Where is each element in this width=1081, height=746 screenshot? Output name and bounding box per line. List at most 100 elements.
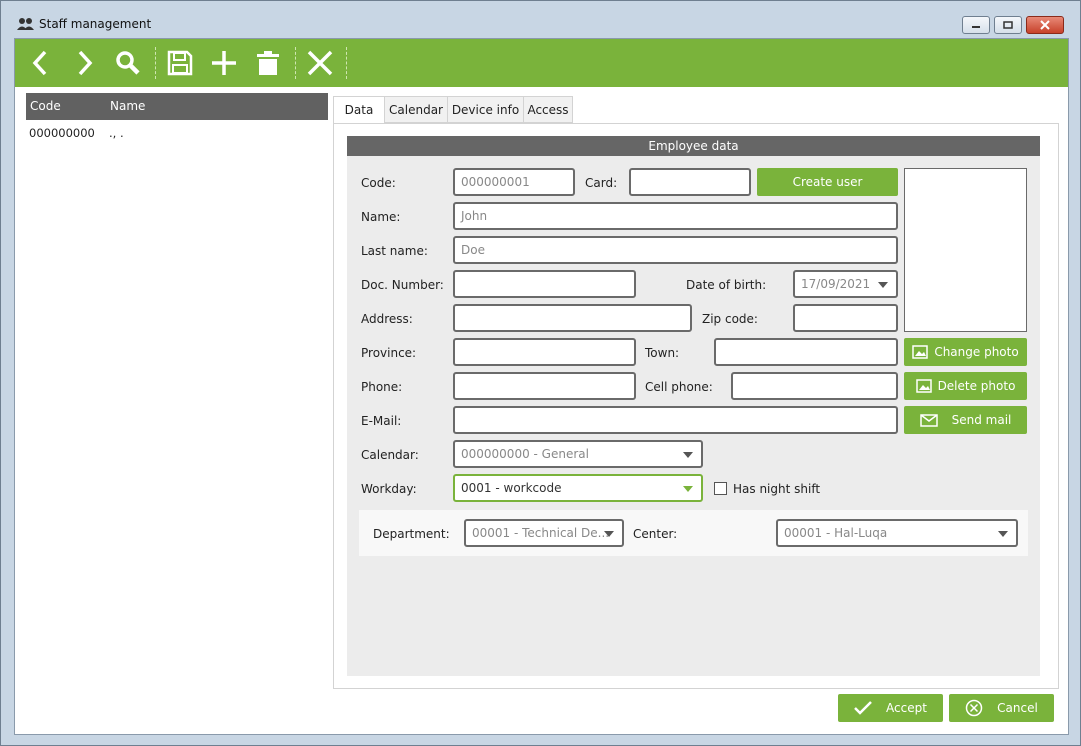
department-dropdown[interactable]: 00001 - Technical De... (464, 519, 624, 547)
zip-code-label: Zip code: (702, 312, 758, 326)
zip-code-field[interactable] (793, 304, 898, 332)
title-bar: Staff management (7, 11, 1074, 39)
card-label: Card: (585, 176, 618, 190)
photo-icon (912, 345, 929, 359)
table-row[interactable]: 000000000 ., . (26, 121, 328, 143)
province-label: Province: (361, 346, 417, 360)
plus-icon (212, 51, 236, 75)
center-dropdown[interactable]: 00001 - Hal-Luqa (776, 519, 1018, 547)
previous-button[interactable] (23, 45, 59, 81)
close-button[interactable] (302, 45, 338, 81)
chevron-right-icon (78, 50, 93, 76)
row-name: ., . (109, 126, 124, 140)
chevron-down-icon (878, 282, 888, 288)
search-icon (116, 51, 140, 75)
cell-phone-field[interactable] (731, 372, 898, 400)
doc-number-label: Doc. Number: (361, 278, 444, 292)
card-field[interactable] (629, 168, 751, 196)
add-button[interactable] (206, 45, 242, 81)
doc-number-field[interactable] (453, 270, 636, 298)
x-icon (307, 50, 333, 76)
town-label: Town: (645, 346, 680, 360)
tab-panel-data: Employee data Code: 000000001 Card: Crea… (333, 123, 1059, 689)
close-window-button[interactable] (1026, 16, 1064, 34)
department-value: 00001 - Technical De... (472, 526, 610, 540)
row-code: 000000000 (29, 126, 95, 140)
floppy-disk-icon (167, 50, 193, 76)
calendar-label: Calendar: (361, 448, 419, 462)
change-photo-button[interactable]: Change photo (904, 338, 1027, 366)
staff-list-header: Code Name (26, 93, 328, 120)
phone-label: Phone: (361, 380, 403, 394)
delete-photo-label: Delete photo (937, 379, 1016, 393)
tab-access[interactable]: Access (523, 96, 573, 123)
users-icon (17, 18, 34, 30)
client-area: Code Name 000000000 ., . Data Calendar D… (14, 38, 1069, 735)
toolbar-separator (346, 47, 347, 79)
chevron-down-icon (998, 531, 1008, 537)
center-value: 00001 - Hal-Luqa (784, 526, 888, 540)
minimize-icon (972, 26, 980, 28)
toolbar-separator (295, 47, 296, 79)
date-of-birth-picker[interactable]: 17/09/2021 (793, 270, 898, 298)
send-mail-label: Send mail (951, 413, 1012, 427)
chevron-down-icon (604, 531, 614, 537)
column-header-name[interactable]: Name (110, 99, 145, 113)
send-mail-button[interactable]: Send mail (904, 406, 1027, 434)
minimize-button[interactable] (962, 16, 990, 34)
chevron-down-icon (683, 452, 693, 458)
province-field[interactable] (453, 338, 636, 366)
staff-management-window: Staff management Code Name 000000000 ., … (0, 0, 1081, 746)
cancel-button[interactable]: Cancel (949, 694, 1054, 722)
tab-data[interactable]: Data (333, 96, 385, 124)
checkmark-icon (854, 701, 872, 715)
town-field[interactable] (714, 338, 898, 366)
cell-phone-label: Cell phone: (645, 380, 713, 394)
workday-label: Workday: (361, 482, 417, 496)
center-label: Center: (633, 527, 678, 541)
change-photo-label: Change photo (934, 345, 1019, 359)
last-name-label: Last name: (361, 244, 428, 258)
column-header-code[interactable]: Code (30, 99, 61, 113)
date-of-birth-label: Date of birth: (686, 278, 767, 292)
maximize-icon (1003, 21, 1013, 29)
code-field[interactable]: 000000001 (453, 168, 575, 196)
tab-calendar[interactable]: Calendar (384, 96, 448, 123)
accept-button[interactable]: Accept (838, 694, 943, 722)
phone-field[interactable] (453, 372, 636, 400)
address-field[interactable] (453, 304, 692, 332)
code-label: Code: (361, 176, 396, 190)
next-button[interactable] (66, 45, 102, 81)
maximize-button[interactable] (994, 16, 1022, 34)
window-title: Staff management (39, 17, 152, 31)
email-field[interactable] (453, 406, 898, 434)
workday-value: 0001 - workcode (461, 481, 562, 495)
night-shift-checkbox[interactable] (714, 482, 727, 495)
delete-button[interactable] (250, 45, 286, 81)
section-title: Employee data (347, 136, 1040, 156)
toolbar-separator (155, 47, 156, 79)
search-button[interactable] (110, 45, 146, 81)
night-shift-label: Has night shift (733, 482, 821, 496)
accept-label: Accept (886, 701, 927, 715)
address-label: Address: (361, 312, 413, 326)
employee-data-section: Employee data Code: 000000001 Card: Crea… (347, 136, 1040, 676)
name-field[interactable]: John (453, 202, 898, 230)
last-name-field[interactable]: Doe (453, 236, 898, 264)
name-label: Name: (361, 210, 401, 224)
cancel-label: Cancel (997, 701, 1038, 715)
cancel-circle-icon (965, 699, 983, 717)
delete-photo-button[interactable]: Delete photo (904, 372, 1027, 400)
toolbar (15, 39, 1068, 87)
tab-device-info[interactable]: Device info (447, 96, 524, 123)
create-user-button[interactable]: Create user (757, 168, 898, 196)
employee-photo (904, 168, 1027, 332)
calendar-dropdown[interactable]: 000000000 - General (453, 440, 703, 468)
workday-dropdown[interactable]: 0001 - workcode (453, 474, 703, 502)
close-icon (1040, 20, 1050, 30)
department-label: Department: (373, 527, 450, 541)
chevron-down-icon (683, 486, 693, 492)
chevron-left-icon (32, 50, 47, 76)
department-center-box: Department: 00001 - Technical De... Cent… (359, 510, 1028, 556)
save-button[interactable] (162, 45, 198, 81)
